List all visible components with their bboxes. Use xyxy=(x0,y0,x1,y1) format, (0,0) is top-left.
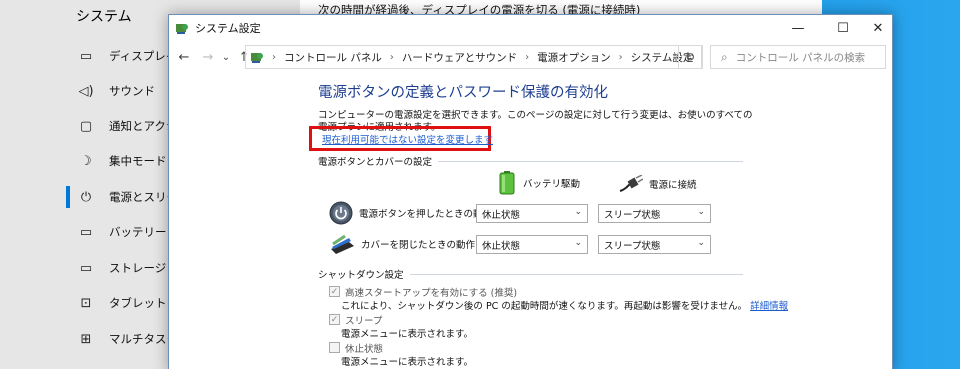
sleep-description: 電源メニューに表示されます。 xyxy=(341,326,473,340)
fast-startup-description: これにより、シャットダウン後の PC の起動時間が速くなります。再起動は影響を受… xyxy=(341,298,788,312)
lid-close-row: カバーを閉じたときの動作: xyxy=(329,232,478,256)
change-unavailable-settings-link[interactable]: 現在利用可能ではない設定を変更します xyxy=(322,132,493,146)
sidebar-item-label: 集中モード xyxy=(109,154,167,168)
power-button-label: 電源ボタンを押したときの動作: xyxy=(359,209,496,220)
select-value: スリープ状態 xyxy=(604,240,661,252)
section-shutdown: シャットダウン設定 xyxy=(318,267,743,281)
plugged-column-label: 電源に接続 xyxy=(649,180,697,191)
fast-startup-checkbox[interactable]: ✓ 高速スタートアップを有効にする (推奨) xyxy=(329,285,517,299)
select-value: 休止状態 xyxy=(482,240,521,252)
speaker-icon: ◁) xyxy=(78,83,94,99)
address-bar[interactable]: › コントロール パネル › ハードウェアとサウンド › 電源オプション › シ… xyxy=(245,45,703,69)
chevron-down-icon: ⌄ xyxy=(697,238,705,248)
power-button-icon xyxy=(329,201,353,225)
more-info-link[interactable]: 詳細情報 xyxy=(750,301,788,312)
divider xyxy=(409,273,743,275)
select-value: 休止状態 xyxy=(482,209,521,221)
maximize-button[interactable]: ☐ xyxy=(824,15,862,41)
notification-icon: ▢ xyxy=(79,118,93,134)
chevron-down-icon: ⌄ xyxy=(697,207,705,217)
power-plug-icon xyxy=(619,175,643,192)
chevron-right-icon: › xyxy=(272,51,276,63)
minimize-button[interactable]: — xyxy=(779,15,817,41)
chevron-down-icon: ⌄ xyxy=(574,238,582,248)
power-button-row: 電源ボタンを押したときの動作: xyxy=(329,201,495,225)
chevron-down-icon: ⌄ xyxy=(574,207,582,217)
close-button[interactable]: ✕ xyxy=(859,15,897,41)
sleep-checkbox[interactable]: ✓ スリープ xyxy=(329,313,382,327)
hibernate-description: 電源メニューに表示されます。 xyxy=(341,354,473,368)
divider xyxy=(438,160,743,162)
checkbox-label: スリープ xyxy=(345,316,383,327)
hibernate-checkbox[interactable]: 休止状態 xyxy=(329,341,383,355)
section-heading: シャットダウン設定 xyxy=(318,270,404,281)
chevron-right-icon: › xyxy=(389,51,394,63)
column-plugged-in: 電源に接続 xyxy=(619,175,697,193)
moon-icon: ☽ xyxy=(80,153,92,169)
lid-close-battery-select[interactable]: 休止状態 ⌄ xyxy=(476,235,588,254)
laptop-lid-icon xyxy=(331,234,354,254)
title-bar: システム設定 — ☐ ✕ xyxy=(169,15,892,41)
chevron-right-icon: › xyxy=(618,51,623,63)
checkbox-label: 休止状態 xyxy=(345,344,384,355)
checkbox-label: 高速スタートアップを有効にする (推奨) xyxy=(345,288,518,299)
control-panel-icon xyxy=(176,24,188,34)
sidebar-item-label: ディスプレイ xyxy=(109,49,178,63)
refresh-button[interactable]: ↻ xyxy=(678,45,702,69)
battery-column-label: バッテリ駆動 xyxy=(523,179,581,190)
section-heading: 電源ボタンとカバーの設定 xyxy=(318,157,433,168)
recent-locations-icon[interactable]: ⌄ xyxy=(217,52,235,63)
battery-icon xyxy=(499,171,515,195)
sidebar-item-label: バッテリー xyxy=(109,225,167,239)
settings-title: システム xyxy=(76,9,132,25)
system-settings-window: システム設定 — ☐ ✕ ← → ⌄ ↑ › コントロール パネル › ハードウ… xyxy=(168,14,893,369)
forward-arrow-icon[interactable]: → xyxy=(199,50,217,65)
power-button-plugged-select[interactable]: スリープ状態 ⌄ xyxy=(598,204,711,223)
search-input[interactable]: ⌕ コントロール パネルの検索 xyxy=(710,45,886,69)
checkbox-checked-icon: ✓ xyxy=(329,314,340,325)
sidebar-item-label: ストレージ xyxy=(109,261,167,275)
search-placeholder: コントロール パネルの検索 xyxy=(735,51,866,64)
lid-close-label: カバーを閉じたときの動作: xyxy=(361,240,479,251)
control-panel-icon xyxy=(251,53,263,63)
section-power-buttons: 電源ボタンとカバーの設定 xyxy=(318,154,743,168)
page-title: 電源ボタンの定義とパスワード保護の有効化 xyxy=(318,85,608,101)
multitask-icon: ⊞ xyxy=(80,331,92,347)
monitor-icon: ▭ xyxy=(79,48,93,64)
content-area: 電源ボタンの定義とパスワード保護の有効化 コンピューターの電源設定を選択できます… xyxy=(309,81,758,151)
chevron-right-icon: › xyxy=(525,51,530,63)
description-text: 電源メニューに表示されます。 xyxy=(341,357,474,368)
breadcrumb-control-panel[interactable]: コントロール パネル xyxy=(284,50,382,65)
window-title: システム設定 xyxy=(195,22,261,35)
lid-close-plugged-select[interactable]: スリープ状態 ⌄ xyxy=(598,235,711,254)
storage-icon: ▭ xyxy=(79,260,93,276)
breadcrumb-power-options[interactable]: 電源オプション xyxy=(537,50,611,65)
navigation-bar: ← → ⌄ ↑ › コントロール パネル › ハードウェアとサウンド › 電源オ… xyxy=(169,41,892,73)
select-value: スリープ状態 xyxy=(604,209,661,221)
checkbox-checked-icon: ✓ xyxy=(329,286,340,297)
column-battery: バッテリ駆動 xyxy=(499,171,580,195)
back-arrow-icon[interactable]: ← xyxy=(175,50,193,65)
search-icon: ⌕ xyxy=(721,49,728,64)
power-button-battery-select[interactable]: 休止状態 ⌄ xyxy=(476,204,588,223)
description-text: 電源メニューに表示されます。 xyxy=(341,329,474,340)
description-text: これにより、シャットダウン後の PC の起動時間が速くなります。再起動は影響を受… xyxy=(341,301,748,312)
checkbox-empty-icon xyxy=(329,342,340,353)
power-icon: ⏻ xyxy=(80,189,92,205)
sidebar-item-label: サウンド xyxy=(109,84,155,98)
tablet-icon: ⊡ xyxy=(80,295,92,311)
highlight-box: 現在利用可能ではない設定を変更します xyxy=(309,126,493,151)
battery-icon: ▭ xyxy=(79,224,93,240)
breadcrumb-hardware-sound[interactable]: ハードウェアとサウンド xyxy=(402,50,517,65)
